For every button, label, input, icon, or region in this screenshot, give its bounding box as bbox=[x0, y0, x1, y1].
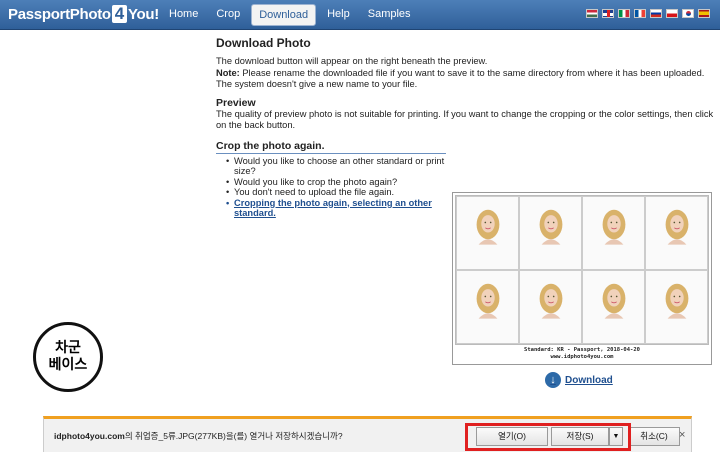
download-message: idphoto4you.com의 취업증_5류.JPG(277KB)을(를) 열… bbox=[54, 430, 343, 442]
logo-text-part1: PassportPhoto bbox=[8, 6, 111, 23]
nav-item-home[interactable]: Home bbox=[162, 4, 205, 26]
download-site: idphoto4you.com bbox=[54, 431, 125, 441]
cancel-button[interactable]: 취소(C) bbox=[628, 427, 680, 446]
crop-list: Would you like to choose an other standa… bbox=[216, 156, 446, 219]
passport-photo bbox=[582, 270, 645, 344]
portrait-icon bbox=[602, 209, 625, 245]
portrait-icon bbox=[539, 209, 562, 245]
top-navbar: PassportPhoto 4 You! Home Crop Download He… bbox=[0, 0, 720, 30]
note-label: Note: bbox=[216, 67, 240, 78]
close-icon[interactable]: × bbox=[679, 429, 685, 441]
preview-text: The quality of preview photo is not suit… bbox=[216, 108, 714, 131]
photo-preview-sheet: Standard: KR - Passport, 2018-04-20 www.… bbox=[452, 192, 712, 365]
nav-item-samples[interactable]: Samples bbox=[361, 4, 418, 26]
italy-flag-icon[interactable] bbox=[618, 9, 630, 18]
nav-item-crop[interactable]: Crop bbox=[209, 4, 247, 26]
highlight-box bbox=[465, 423, 631, 451]
uk-flag-icon[interactable] bbox=[602, 9, 614, 18]
crop-heading: Crop the photo again. bbox=[216, 140, 446, 154]
list-item: Would you like to choose an other standa… bbox=[226, 156, 446, 177]
passport-photo bbox=[456, 196, 519, 270]
sheet-caption-url: www.idphoto4you.com bbox=[550, 354, 614, 360]
language-flags bbox=[586, 9, 710, 18]
intro-text: The download button will appear on the r… bbox=[216, 56, 488, 66]
browser-page: PassportPhoto 4 You! Home Crop Download He… bbox=[0, 0, 720, 452]
logo-text-four: 4 bbox=[111, 5, 127, 23]
passport-photo bbox=[456, 270, 519, 344]
note-body: Please rename the downloaded file if you… bbox=[216, 67, 705, 90]
download-arrow-icon: ↓ bbox=[545, 372, 561, 388]
download-question: 의 취업증_5류.JPG(277KB)을(를) 열거나 저장하시겠습니까? bbox=[124, 431, 343, 441]
passport-photo bbox=[519, 270, 582, 344]
passport-photo bbox=[519, 196, 582, 270]
photo-grid bbox=[455, 195, 709, 345]
watermark-line2: 베이스 bbox=[48, 357, 88, 373]
portrait-icon bbox=[665, 283, 688, 319]
preview-heading: Preview bbox=[216, 96, 256, 109]
portrait-icon bbox=[476, 209, 499, 245]
page-title: Download Photo bbox=[216, 36, 311, 50]
nav-item-download[interactable]: Download bbox=[251, 4, 317, 26]
nav-item-help[interactable]: Help bbox=[320, 4, 357, 26]
portrait-icon bbox=[602, 283, 625, 319]
korea-flag-icon[interactable] bbox=[682, 9, 694, 18]
list-item: You don't need to upload the file again. bbox=[226, 187, 446, 198]
note-text: Note: Please rename the downloaded file … bbox=[216, 68, 714, 91]
list-item: Would you like to crop the photo again? bbox=[226, 177, 446, 188]
watermark-line1: 차군 bbox=[55, 340, 81, 356]
passport-photo bbox=[645, 196, 708, 270]
main-nav: Home Crop Download Help Samples bbox=[162, 4, 418, 26]
portrait-icon bbox=[476, 283, 499, 319]
sheet-caption-standard: Standard: KR - Passport, 2018-04-20 bbox=[524, 347, 640, 353]
download-button[interactable]: ↓ Download bbox=[545, 372, 613, 388]
download-label: Download bbox=[565, 374, 613, 386]
hungary-flag-icon[interactable] bbox=[586, 9, 598, 18]
portrait-icon bbox=[539, 283, 562, 319]
site-logo[interactable]: PassportPhoto 4 You! bbox=[8, 5, 159, 23]
watermark-stamp: 차군 베이스 bbox=[33, 322, 103, 392]
czech-flag-icon[interactable] bbox=[666, 9, 678, 18]
logo-text-part3: You! bbox=[127, 6, 159, 23]
sheet-caption: Standard: KR - Passport, 2018-04-20 www.… bbox=[455, 347, 709, 361]
passport-photo bbox=[582, 196, 645, 270]
passport-photo bbox=[645, 270, 708, 344]
spain-flag-icon[interactable] bbox=[698, 9, 710, 18]
france-flag-icon[interactable] bbox=[634, 9, 646, 18]
russia-flag-icon[interactable] bbox=[650, 9, 662, 18]
crop-again-link[interactable]: Cropping the photo again, selecting an o… bbox=[226, 198, 446, 219]
browser-download-bar: idphoto4you.com의 취업증_5류.JPG(277KB)을(를) 열… bbox=[43, 416, 692, 452]
portrait-icon bbox=[665, 209, 688, 245]
